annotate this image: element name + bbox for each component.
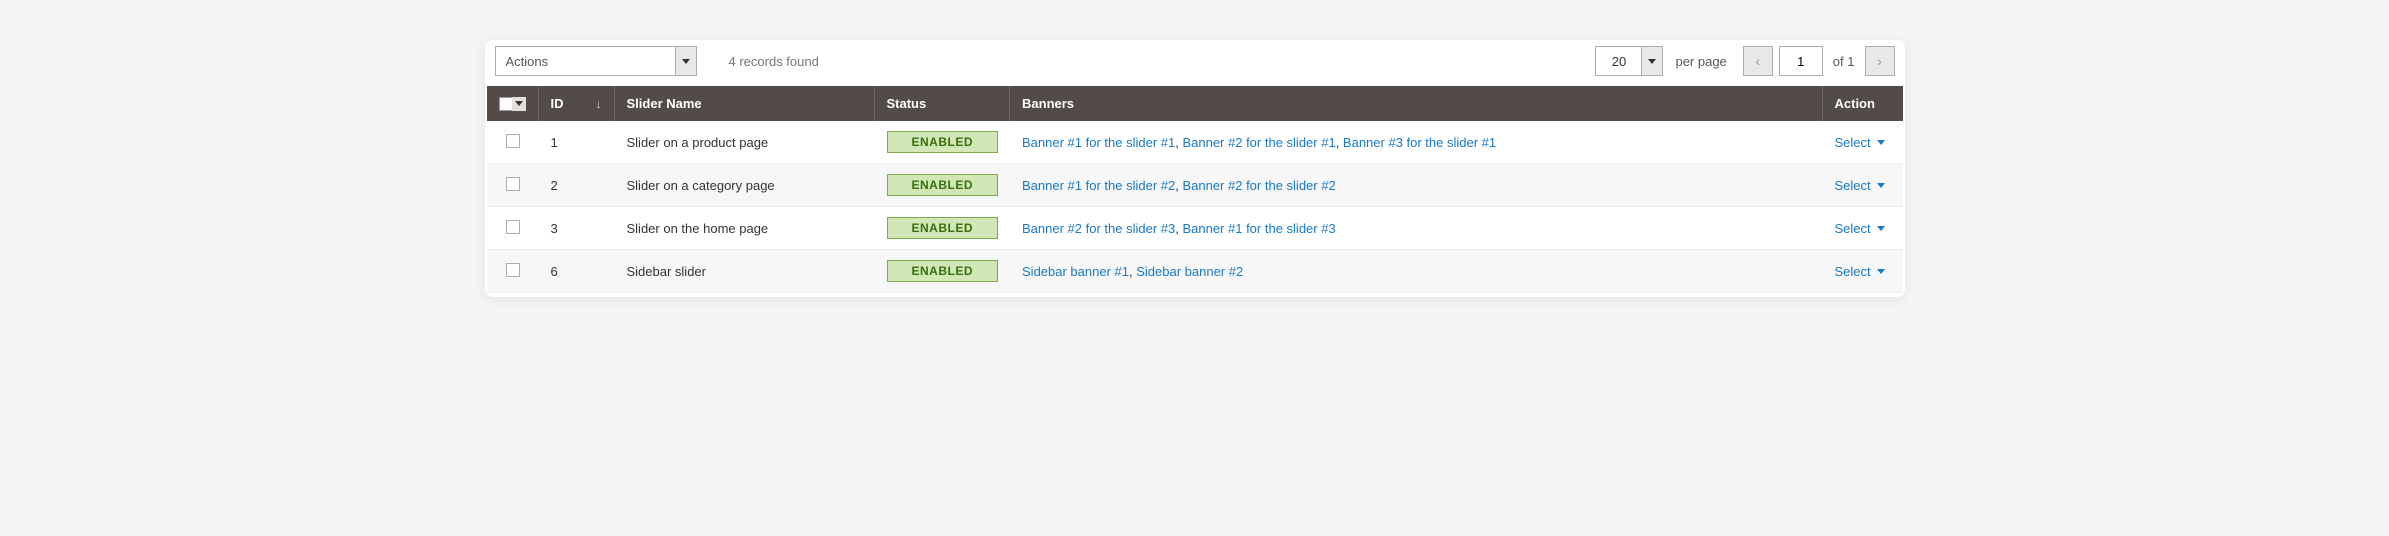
row-checkbox[interactable] <box>506 177 520 191</box>
per-page-label: per page <box>1675 54 1726 69</box>
caret-down-icon <box>1648 59 1656 64</box>
caret-down-icon <box>1877 183 1885 188</box>
caret-down-icon <box>1877 269 1885 274</box>
cell-banners: Sidebar banner #1, Sidebar banner #2 <box>1010 250 1822 293</box>
cell-checkbox <box>487 164 539 207</box>
cell-action: Select <box>1823 207 1903 250</box>
banner-separator: , <box>1336 135 1343 150</box>
row-checkbox[interactable] <box>506 220 520 234</box>
mass-actions-label: Actions <box>495 46 675 76</box>
page-size-select[interactable]: 20 <box>1595 46 1663 76</box>
status-badge: ENABLED <box>887 174 999 196</box>
banner-link[interactable]: Banner #1 for the slider #3 <box>1182 221 1335 236</box>
column-header-banners[interactable]: Banners <box>1010 86 1822 121</box>
cell-action: Select <box>1823 250 1903 293</box>
status-badge: ENABLED <box>887 260 999 282</box>
row-action-select[interactable]: Select <box>1835 221 1885 236</box>
grid-container: Actions 4 records found 20 per page ‹ of… <box>485 40 1905 297</box>
page-size-value: 20 <box>1595 46 1641 76</box>
grid-toolbar: Actions 4 records found 20 per page ‹ of… <box>485 40 1905 86</box>
status-badge: ENABLED <box>887 217 999 239</box>
cell-action: Select <box>1823 121 1903 164</box>
row-action-label: Select <box>1835 178 1871 193</box>
pager: 20 per page ‹ of 1 › <box>1595 46 1894 76</box>
banner-link[interactable]: Sidebar banner #2 <box>1136 264 1243 279</box>
mass-actions-select[interactable]: Actions <box>495 46 697 76</box>
row-checkbox[interactable] <box>506 263 520 277</box>
banner-link[interactable]: Banner #3 for the slider #1 <box>1343 135 1496 150</box>
cell-id: 1 <box>539 121 615 164</box>
column-header-checkbox[interactable] <box>487 86 539 121</box>
cell-checkbox <box>487 121 539 164</box>
row-action-select[interactable]: Select <box>1835 135 1885 150</box>
table-row: 1Slider on a product page ENABLED Banner #… <box>487 121 1903 164</box>
data-table: ID ↓ Slider Name Status Banners Action <box>487 86 1903 293</box>
table-body: 1Slider on a product page ENABLED Banner #… <box>487 121 1903 293</box>
cell-banners: Banner #1 for the slider #2, Banner #2 f… <box>1010 164 1822 207</box>
row-action-select[interactable]: Select <box>1835 264 1885 279</box>
cell-status: ENABLED <box>875 250 1011 293</box>
next-page-button[interactable]: › <box>1865 46 1895 76</box>
status-badge: ENABLED <box>887 131 999 153</box>
cell-id: 6 <box>539 250 615 293</box>
cell-slider-name: Sidebar slider <box>615 250 875 293</box>
banner-link[interactable]: Banner #2 for the slider #2 <box>1182 178 1335 193</box>
chevron-left-icon: ‹ <box>1755 54 1760 68</box>
cell-banners: Banner #2 for the slider #3, Banner #1 f… <box>1010 207 1822 250</box>
mass-actions-toggle[interactable] <box>675 46 697 76</box>
cell-banners: Banner #1 for the slider #1, Banner #2 f… <box>1010 121 1822 164</box>
current-page-input[interactable] <box>1779 46 1823 76</box>
cell-status: ENABLED <box>875 121 1011 164</box>
page-size-toggle[interactable] <box>1641 46 1663 76</box>
select-all-dropdown[interactable] <box>512 97 526 111</box>
banner-link[interactable]: Banner #2 for the slider #3 <box>1022 221 1175 236</box>
banner-link[interactable]: Banner #1 for the slider #1 <box>1022 135 1175 150</box>
caret-down-icon <box>682 59 690 64</box>
banner-link[interactable]: Banner #1 for the slider #2 <box>1022 178 1175 193</box>
cell-checkbox <box>487 207 539 250</box>
column-label-action: Action <box>1835 96 1875 111</box>
chevron-right-icon: › <box>1877 54 1882 68</box>
column-label-status: Status <box>887 96 927 111</box>
row-checkbox[interactable] <box>506 134 520 148</box>
table-header: ID ↓ Slider Name Status Banners Action <box>487 86 1903 121</box>
cell-checkbox <box>487 250 539 293</box>
table-row: 3Slider on the home page ENABLED Banner #2… <box>487 207 1903 250</box>
column-header-slider-name[interactable]: Slider Name <box>615 86 875 121</box>
row-action-label: Select <box>1835 221 1871 236</box>
column-label-id: ID <box>551 96 564 111</box>
column-label-slider-name: Slider Name <box>627 96 702 111</box>
table-row: 2Slider on a category page ENABLED Banner … <box>487 164 1903 207</box>
caret-down-icon <box>515 101 523 106</box>
prev-page-button[interactable]: ‹ <box>1743 46 1773 76</box>
of-label: of <box>1833 54 1844 69</box>
row-action-label: Select <box>1835 264 1871 279</box>
cell-slider-name: Slider on the home page <box>615 207 875 250</box>
page-of-label: of 1 <box>1833 54 1855 69</box>
cell-slider-name: Slider on a category page <box>615 164 875 207</box>
cell-id: 2 <box>539 164 615 207</box>
column-header-id[interactable]: ID ↓ <box>539 86 615 121</box>
column-label-banners: Banners <box>1022 96 1074 111</box>
column-header-status[interactable]: Status <box>875 86 1011 121</box>
cell-action: Select <box>1823 164 1903 207</box>
sort-arrow-down-icon: ↓ <box>596 97 602 111</box>
cell-status: ENABLED <box>875 164 1011 207</box>
select-all-checkbox[interactable] <box>499 97 513 111</box>
caret-down-icon <box>1877 226 1885 231</box>
banner-link[interactable]: Banner #2 for the slider #1 <box>1182 135 1335 150</box>
table-row: 6Sidebar slider ENABLED Sidebar banner #1,… <box>487 250 1903 293</box>
banner-link[interactable]: Sidebar banner #1 <box>1022 264 1129 279</box>
row-action-select[interactable]: Select <box>1835 178 1885 193</box>
cell-id: 3 <box>539 207 615 250</box>
total-pages: 1 <box>1847 54 1854 69</box>
records-found: 4 records found <box>729 54 819 69</box>
column-header-action: Action <box>1823 86 1903 121</box>
cell-status: ENABLED <box>875 207 1011 250</box>
row-action-label: Select <box>1835 135 1871 150</box>
caret-down-icon <box>1877 140 1885 145</box>
cell-slider-name: Slider on a product page <box>615 121 875 164</box>
